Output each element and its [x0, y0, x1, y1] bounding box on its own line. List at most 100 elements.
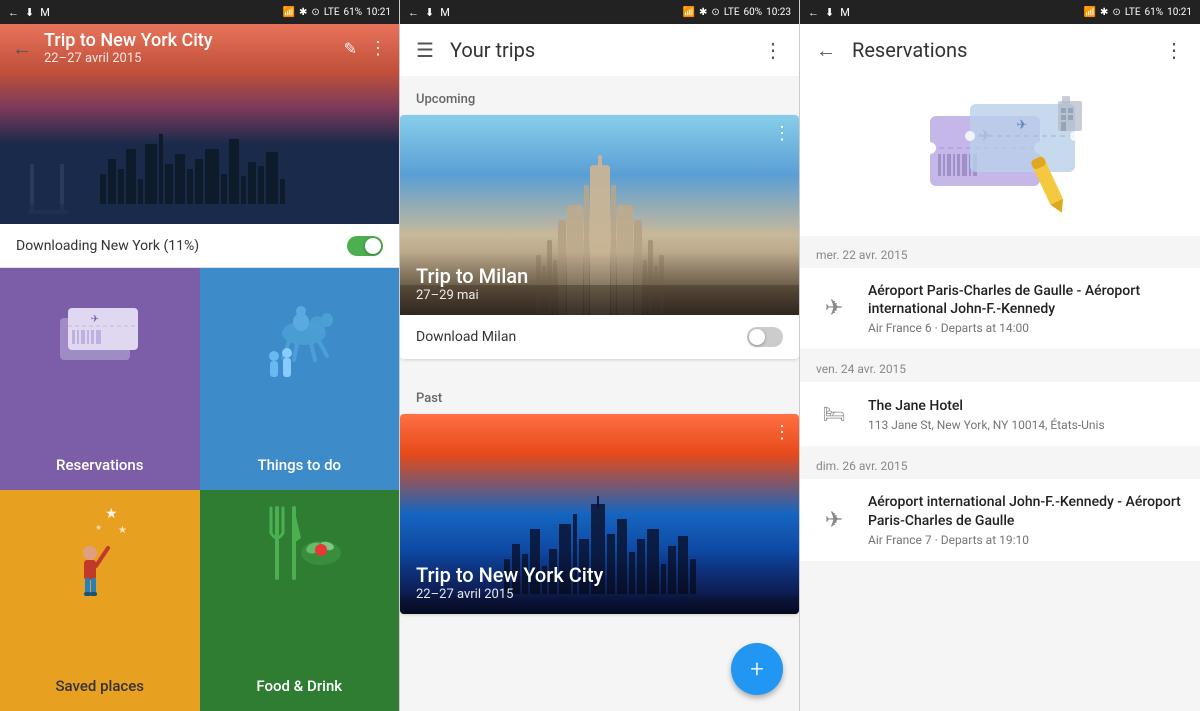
date-section-2: ven. 24 avr. 2015: [800, 350, 1200, 382]
wifi-icon-2: ⊙: [711, 7, 719, 18]
svg-text:✈: ✈: [91, 314, 99, 325]
fab-plus-icon: +: [750, 655, 764, 683]
edit-icon[interactable]: ✎: [344, 39, 357, 58]
back-button-3[interactable]: ←: [816, 38, 836, 63]
things-to-do-illustration: [239, 278, 359, 383]
back-arrow-status-3: ←: [808, 6, 819, 19]
back-arrow-status: ←: [8, 6, 19, 19]
tile-reservations[interactable]: ✈ Reservations: [0, 268, 200, 490]
battery-pct-2: 60%: [744, 7, 763, 18]
flight-icon-2: ✈: [816, 502, 852, 538]
reservation-subtitle-2: 113 Jane St, New York, NY 10014, États-U…: [868, 418, 1184, 432]
milan-more-menu[interactable]: ⋮: [773, 123, 791, 144]
reservations-hero: ✈ ✈: [800, 76, 1200, 236]
bluetooth-icon-3: ✱: [1100, 7, 1108, 18]
milan-download-label: Download Milan: [416, 329, 516, 345]
trip-hero-image: ← Trip to New York City 22–27 avril 2015…: [0, 24, 399, 224]
status-right-3: 📶 ✱ ⊙ LTE 61% 10:21: [1084, 7, 1192, 18]
reservations-hero-illustration: ✈ ✈: [910, 86, 1090, 226]
status-left-2: ← ⬇ M: [408, 6, 450, 19]
reservation-subtitle-1: Air France 6 · Departs at 14:00: [868, 321, 1184, 335]
gmail-icon-status: M: [40, 6, 50, 19]
milan-download-toggle[interactable]: [747, 327, 783, 347]
status-bar-2: ← ⬇ M 📶 ✱ ⊙ LTE 60% 10:23: [400, 0, 799, 24]
wifi-icon-3: ⊙: [1112, 7, 1120, 18]
signal-icon-3: 📶: [1084, 7, 1096, 18]
lte-badge-3: LTE: [1125, 7, 1141, 18]
download-text: Downloading New York (11%): [16, 238, 199, 254]
more-menu-3[interactable]: ⋮: [1164, 38, 1184, 62]
nyc-more-menu[interactable]: ⋮: [773, 422, 791, 443]
status-bar-3: ← ⬇ M 📶 ✱ ⊙ LTE 61% 10:21: [800, 0, 1200, 24]
tile-things-to-do[interactable]: Things to do: [200, 268, 400, 490]
upcoming-label: Upcoming: [400, 76, 799, 115]
download-bar: Downloading New York (11%): [0, 224, 399, 268]
lte-badge: LTE: [324, 7, 340, 18]
tiles-grid: ✈ Reservations: [0, 268, 399, 711]
nyc-dates: 22–27 avril 2015: [416, 587, 783, 602]
tile-food-drink-label: Food & Drink: [256, 677, 342, 695]
reservation-title-1: Aéroport Paris-Charles de Gaulle - Aérop…: [868, 282, 1184, 318]
trip-title: Trip to New York City: [44, 30, 332, 51]
tile-food-drink[interactable]: Food & Drink: [200, 490, 400, 711]
signal-icon: 📶: [283, 7, 295, 18]
milan-title: Trip to Milan: [416, 264, 783, 288]
reservation-details-3: Aéroport international John-F.-Kennedy -…: [868, 493, 1184, 546]
svg-text:✈: ✈: [1017, 118, 1028, 133]
nyc-hero-image: Trip to New York City 22–27 avril 2015 ⋮: [400, 414, 799, 614]
reservation-details-2: The Jane Hotel 113 Jane St, New York, NY…: [868, 397, 1184, 432]
wifi-icon: ⊙: [311, 7, 319, 18]
trip-card-nyc[interactable]: Trip to New York City 22–27 avril 2015 ⋮: [400, 414, 799, 614]
trips-body-container: Upcoming: [400, 76, 799, 711]
back-arrow-status-2: ←: [408, 6, 419, 19]
your-trips-topbar: ☰ Your trips ⋮: [400, 24, 799, 76]
svg-text:★: ★: [118, 525, 127, 536]
reservations-topbar: ← Reservations ⋮: [800, 24, 1200, 76]
nyc-title: Trip to New York City: [416, 563, 783, 587]
date-label-1: mer. 22 avr. 2015: [816, 248, 908, 262]
food-drink-illustration: [249, 498, 349, 603]
hotel-icon: 🛏: [816, 396, 852, 432]
saved-places-illustration: ★ ★ ★: [50, 498, 150, 603]
bluetooth-icon-2: ✱: [699, 7, 707, 18]
reservation-title-3: Aéroport international John-F.-Kennedy -…: [868, 493, 1184, 529]
status-left-1: ← ⬇ M: [8, 6, 50, 19]
tile-reservations-label: Reservations: [56, 456, 143, 474]
more-menu-2[interactable]: ⋮: [763, 38, 783, 62]
reservation-item-1[interactable]: ✈ Aéroport Paris-Charles de Gaulle - Aér…: [800, 268, 1200, 349]
reservations-title: Reservations: [852, 38, 1148, 62]
milan-hero-image: Trip to Milan 27–29 mai ⋮: [400, 115, 799, 315]
trips-scroll-area[interactable]: Upcoming: [400, 76, 799, 711]
trip-topbar: ← Trip to New York City 22–27 avril 2015…: [0, 24, 399, 72]
tile-saved-places[interactable]: ★ ★ ★: [0, 490, 200, 711]
date-section-3: dim. 26 avr. 2015: [800, 447, 1200, 479]
gmail-icon-status-2: M: [440, 6, 450, 19]
reservation-subtitle-3: Air France 7 · Departs at 19:10: [868, 533, 1184, 547]
date-label-3: dim. 26 avr. 2015: [816, 459, 908, 473]
your-trips-title: Your trips: [450, 38, 747, 62]
fab-add-trip[interactable]: +: [731, 643, 783, 695]
reservations-scroll-area[interactable]: ✈ ✈: [800, 76, 1200, 711]
trip-title-block: Trip to New York City 22–27 avril 2015: [44, 30, 332, 66]
download-icon-status-2: ⬇: [425, 6, 434, 19]
trip-card-milan[interactable]: Trip to Milan 27–29 mai ⋮ Download Milan: [400, 115, 799, 359]
battery-pct-3: 61%: [1145, 7, 1164, 18]
date-section-1: mer. 22 avr. 2015: [800, 236, 1200, 268]
status-right-2: 📶 ✱ ⊙ LTE 60% 10:23: [683, 7, 791, 18]
more-menu-1[interactable]: ⋮: [369, 38, 387, 59]
gmail-icon-status-3: M: [840, 6, 850, 19]
clock-1: 10:21: [366, 7, 391, 18]
back-button-1[interactable]: ←: [12, 36, 32, 61]
reservation-item-3[interactable]: ✈ Aéroport international John-F.-Kennedy…: [800, 479, 1200, 560]
milan-download-row: Download Milan: [400, 315, 799, 359]
download-toggle[interactable]: [347, 236, 383, 256]
download-icon-status: ⬇: [25, 6, 34, 19]
lte-badge-2: LTE: [724, 7, 740, 18]
reservations-illustration: ✈: [50, 298, 150, 368]
past-label: Past: [400, 375, 799, 414]
reservation-item-2[interactable]: 🛏 The Jane Hotel 113 Jane St, New York, …: [800, 382, 1200, 446]
hamburger-menu[interactable]: ☰: [416, 38, 434, 62]
download-icon-status-3: ⬇: [825, 6, 834, 19]
milan-overlay: Trip to Milan 27–29 mai: [400, 252, 799, 315]
reservation-title-2: The Jane Hotel: [868, 397, 1184, 415]
